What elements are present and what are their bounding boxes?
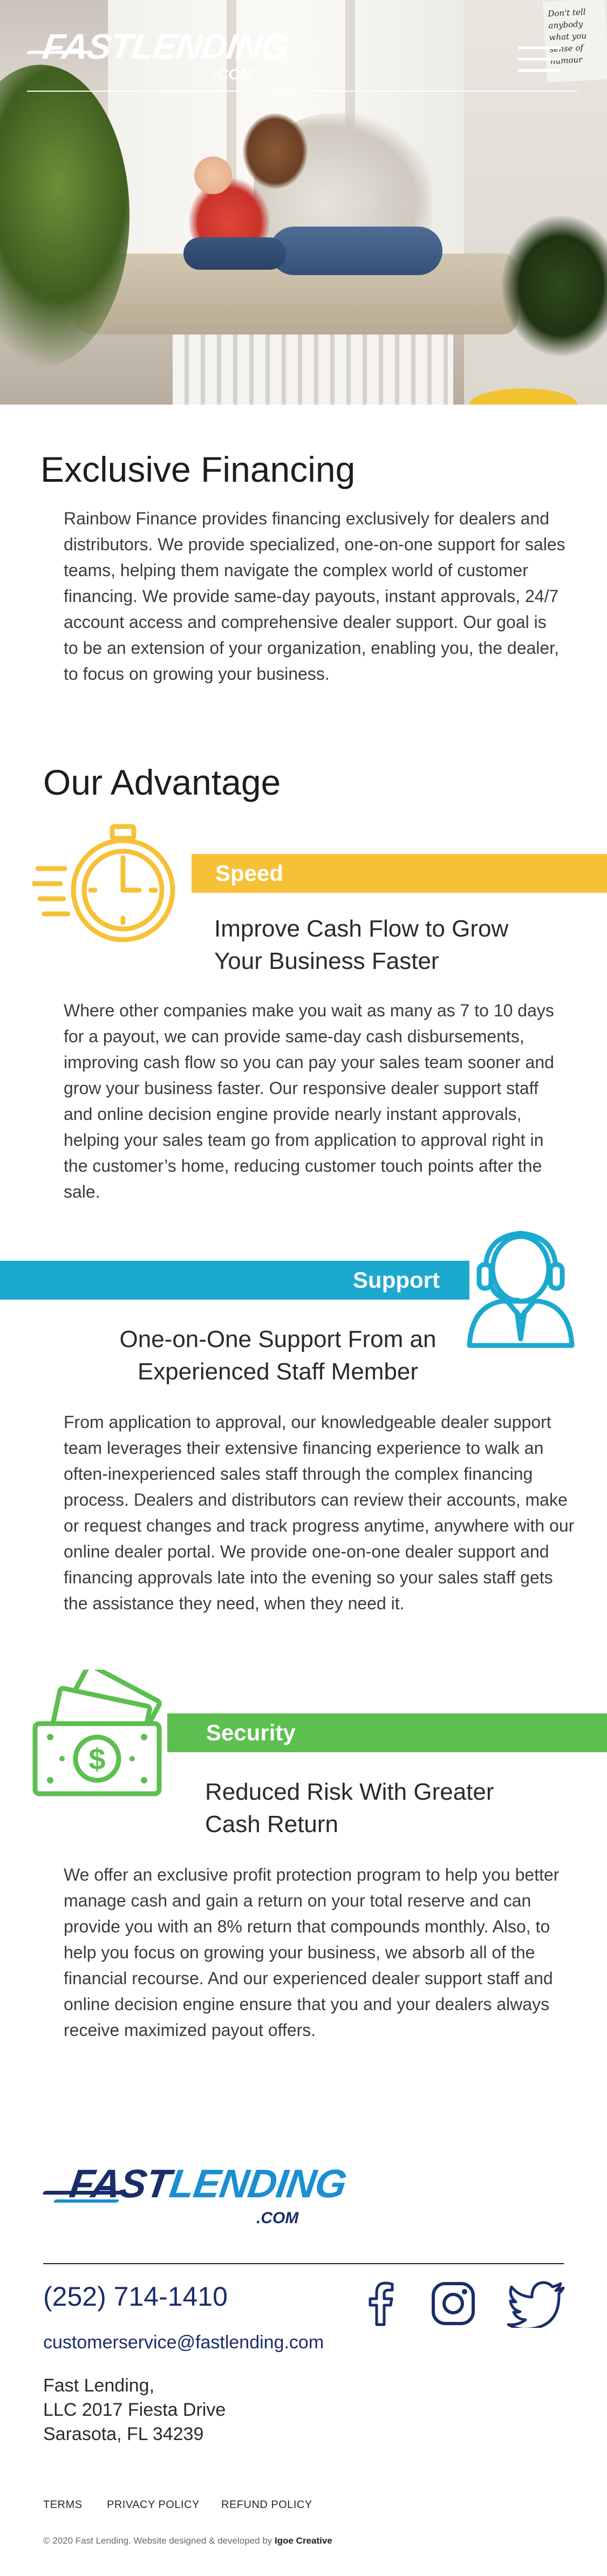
- speed-label: Speed: [215, 860, 284, 886]
- terms-link[interactable]: TERMS: [43, 2499, 83, 2511]
- speed-heading: Improve Cash Flow to Grow Your Business …: [214, 915, 509, 974]
- cash-bills-icon: $: [32, 1670, 162, 1796]
- footer-divider: [43, 2263, 564, 2264]
- security-label: Security: [206, 1720, 296, 1745]
- security-paragraph: We offer an exclusive profit protection …: [64, 1865, 560, 2040]
- security-heading: Reduced Risk With Greater Cash Return: [205, 1779, 494, 1837]
- address-line: Sarasota, FL 34239: [43, 2424, 204, 2444]
- logo-com: .COM: [213, 66, 253, 83]
- footer-address: Fast Lending, LLC 2017 Fiesta Drive Sara…: [43, 2374, 226, 2447]
- address-line: Fast Lending,: [43, 2375, 155, 2396]
- hero-mother-legs: [270, 227, 442, 275]
- hero-baby-head: [194, 156, 232, 194]
- support-label: Support: [353, 1267, 440, 1293]
- hero-baby-legs: [183, 237, 286, 270]
- header-divider: [27, 91, 577, 92]
- stopwatch-icon: [32, 824, 175, 942]
- footer-email[interactable]: customerservice@fastlending.com: [43, 2332, 324, 2353]
- hero-banner: Don't tell anybody what you sense of hum…: [0, 0, 607, 405]
- site-logo[interactable]: FASTLENDING .COM: [26, 22, 291, 86]
- speed-paragraph: Where other companies make you wait as m…: [64, 1001, 554, 1201]
- svg-text:$: $: [88, 1742, 105, 1776]
- advantage-title: Our Advantage: [43, 762, 281, 802]
- support-paragraph: From application to approval, our knowle…: [64, 1412, 575, 1613]
- logo-wordmark: FASTLENDING: [40, 26, 291, 66]
- hero-radiator: [173, 334, 453, 405]
- footer-logo-wordmark: FASTLENDING: [67, 2161, 349, 2206]
- support-heading: One-on-One Support From an Experienced S…: [119, 1326, 437, 1385]
- address-line: LLC 2017 Fiesta Drive: [43, 2400, 226, 2420]
- security-band: Security: [167, 1713, 607, 1752]
- instagram-icon[interactable]: [429, 2279, 478, 2328]
- copyright: © 2020 Fast Lending. Website designed & …: [43, 2536, 332, 2546]
- support-band: Support: [0, 1261, 469, 1300]
- footer-phone[interactable]: (252) 714-1410: [43, 2281, 228, 2312]
- page-title: Exclusive Financing: [40, 449, 356, 489]
- footer-logo-com: .COM: [256, 2209, 299, 2227]
- speed-band: Speed: [192, 854, 607, 893]
- footer-logo[interactable]: FASTLENDING .COM: [42, 2161, 349, 2236]
- hero-mother-hair: [243, 113, 308, 189]
- facebook-icon[interactable]: [356, 2279, 405, 2328]
- hamburger-icon[interactable]: [518, 44, 561, 74]
- headset-agent-icon: [467, 1231, 575, 1348]
- copyright-text: © 2020 Fast Lending. Website designed & …: [43, 2536, 272, 2546]
- intro-paragraph: Rainbow Finance provides financing exclu…: [64, 509, 565, 684]
- developer-credit-link[interactable]: Igoe Creative: [275, 2536, 332, 2546]
- refund-policy-link[interactable]: REFUND POLICY: [221, 2499, 312, 2511]
- twitter-icon[interactable]: [507, 2279, 567, 2328]
- privacy-policy-link[interactable]: PRIVACY POLICY: [107, 2499, 200, 2511]
